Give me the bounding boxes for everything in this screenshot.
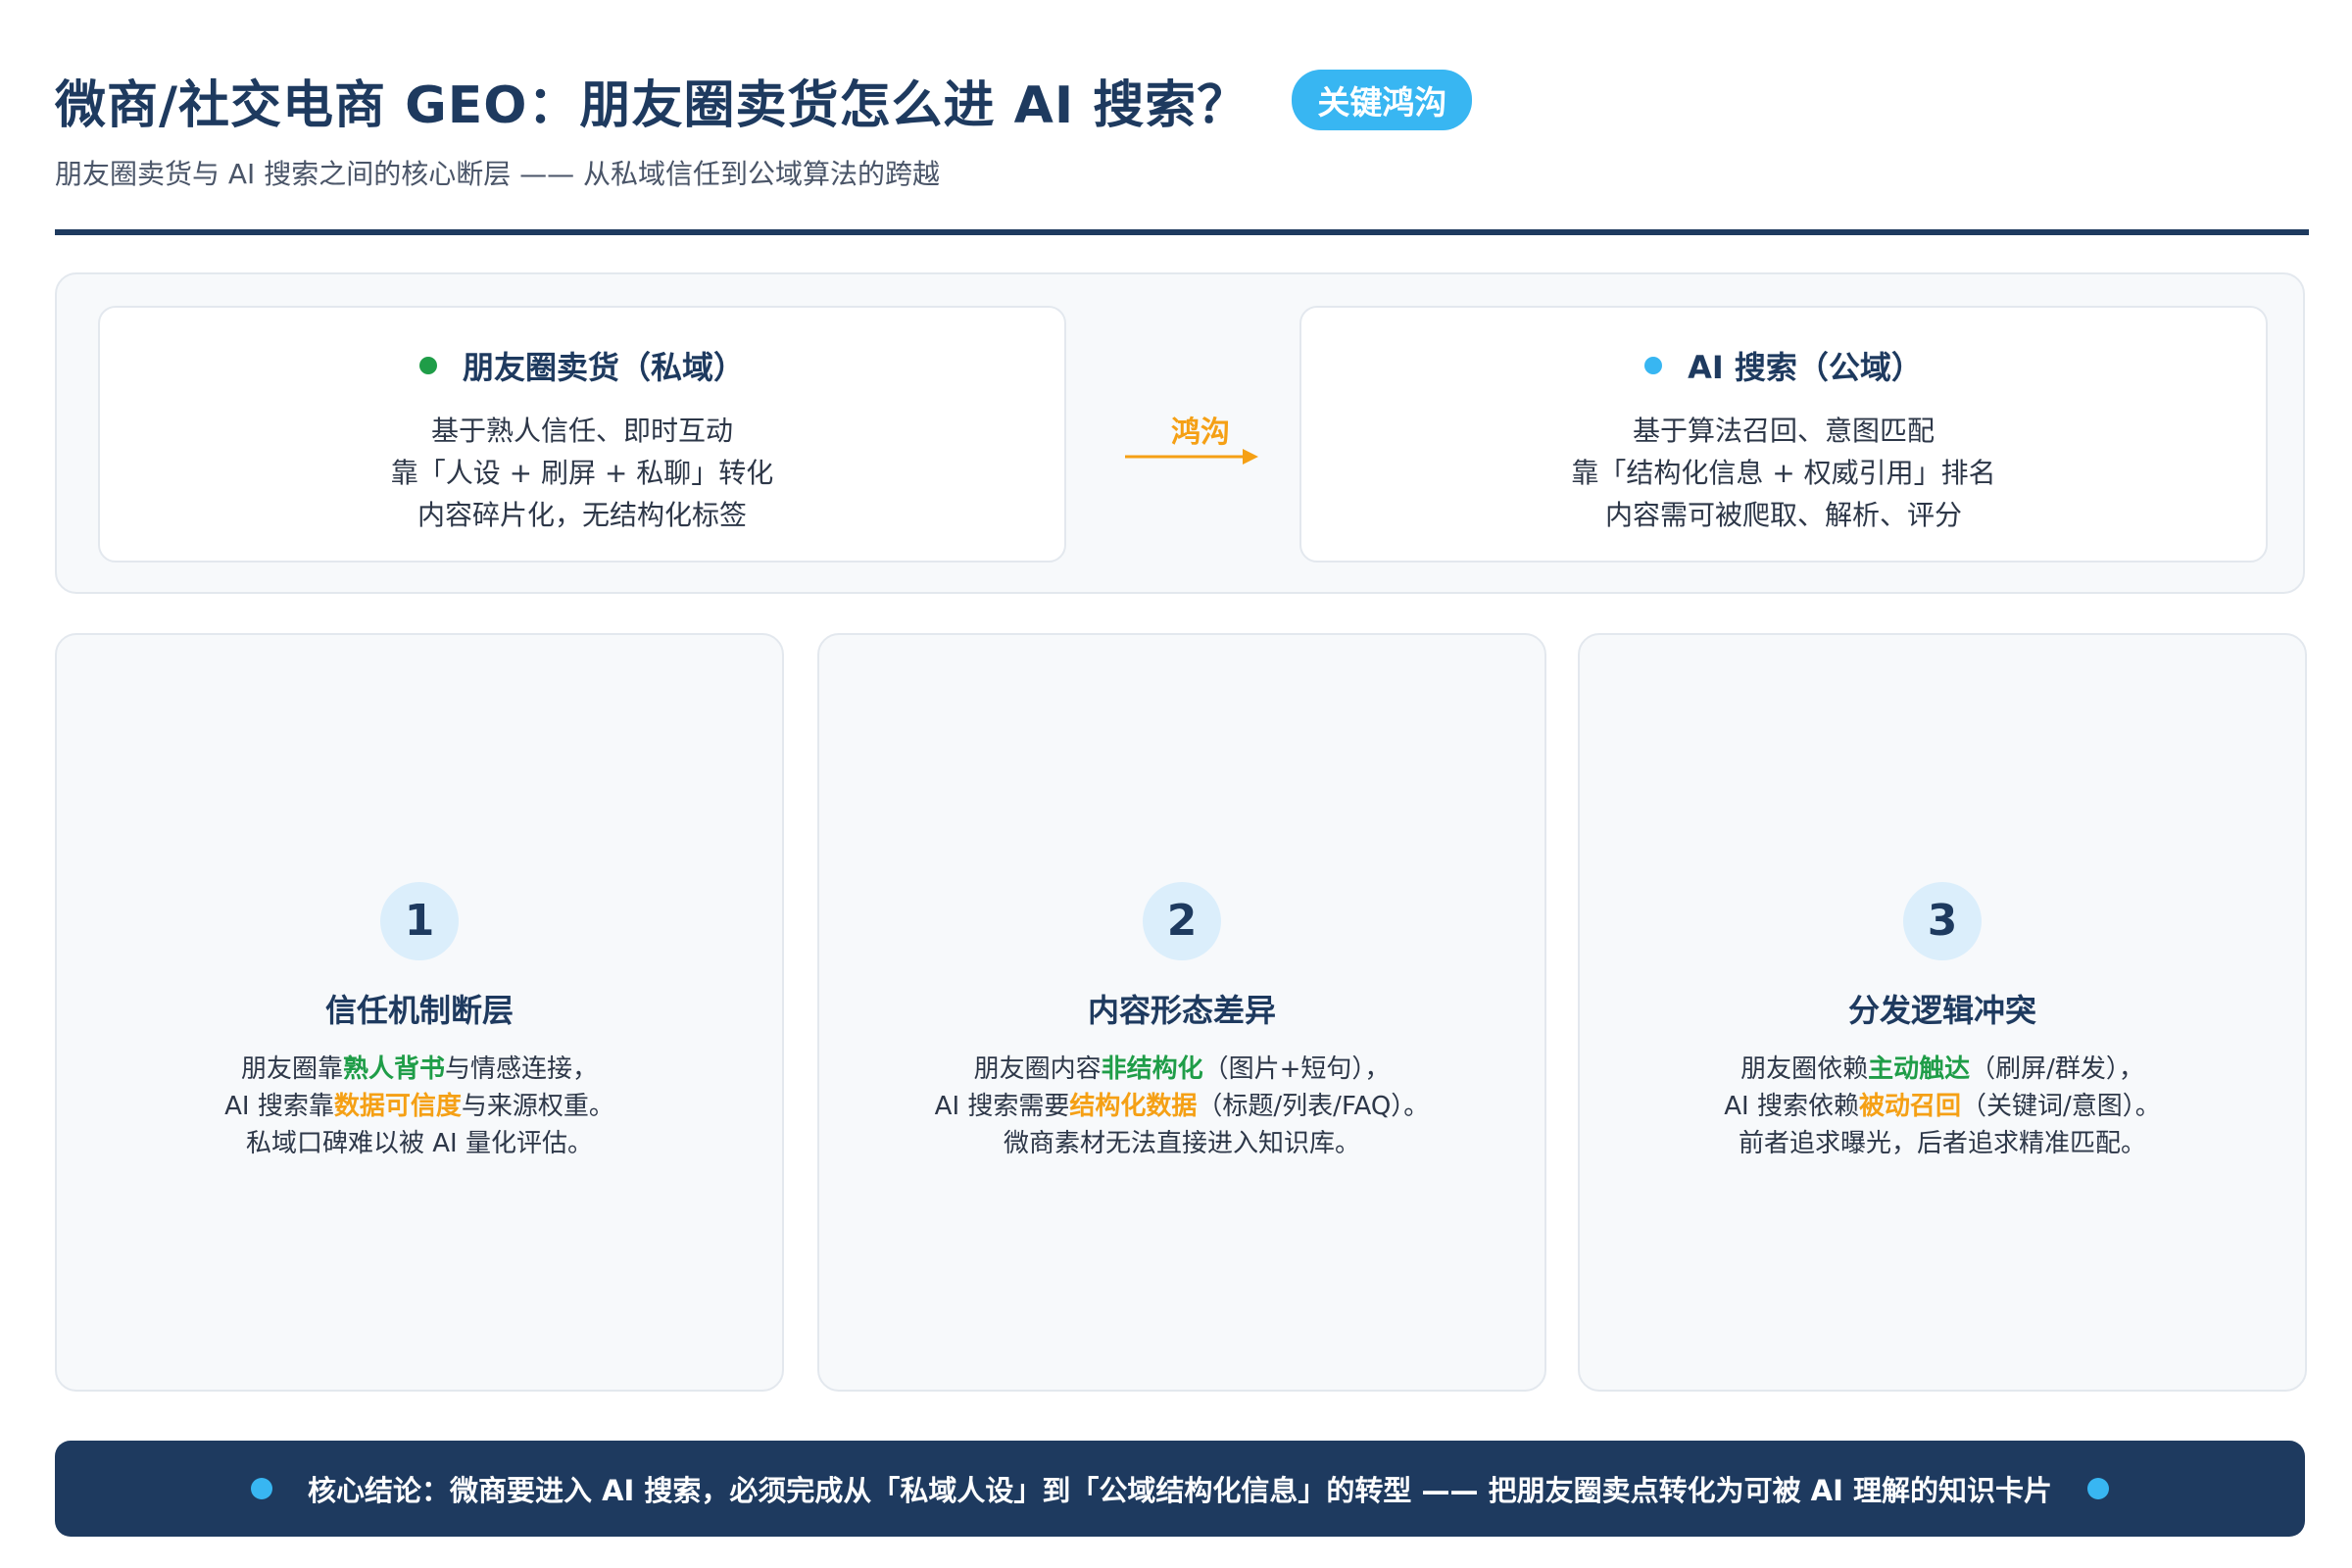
public-domain-card: AI 搜索（公域） 基于算法召回、意图匹配 靠「结构化信息 + 权威引用」排名 … (1299, 306, 2268, 563)
highlight-orange: 结构化数据 (1069, 1092, 1198, 1121)
title-row: 微商/社交电商 GEO：朋友圈卖货怎么进 AI 搜索？ 关键鸿沟 (55, 61, 2299, 139)
factor-line: 朋友圈依赖主动触达（刷屏/群发）， (1580, 1051, 2305, 1088)
key-gap-badge: 关键鸿沟 (1292, 70, 1473, 130)
public-domain-line: 靠「结构化信息 + 权威引用」排名 (1571, 457, 1996, 489)
highlight-orange: 被动召回 (1858, 1092, 1961, 1121)
private-domain-lines: 基于熟人信任、即时互动 靠「人设 + 刷屏 + 私聊」转化 内容碎片化，无结构化… (100, 410, 1064, 536)
factor-line: AI 搜索需要结构化数据（标题/列表/FAQ）。 (819, 1088, 1544, 1125)
highlight-orange: 数据可信度 (333, 1092, 462, 1121)
conclusion-text: 核心结论：微商要进入 AI 搜索，必须完成从「私域人设」到「公域结构化信息」的转… (307, 1474, 2053, 1507)
comparison-panel: 朋友圈卖货（私域） 基于熟人信任、即时互动 靠「人设 + 刷屏 + 私聊」转化 … (55, 272, 2305, 594)
public-domain-line: 内容需可被爬取、解析、评分 (1604, 499, 1962, 531)
private-domain-line: 基于熟人信任、即时互动 (430, 415, 733, 447)
private-domain-header: 朋友圈卖货（私域） (100, 343, 1064, 388)
text-segment: 朋友圈靠 (240, 1054, 343, 1084)
text-segment: AI 搜索靠 (224, 1092, 334, 1121)
public-domain-line: 基于算法召回、意图匹配 (1632, 415, 1935, 447)
public-domain-title: AI 搜索（公域） (1688, 349, 1923, 386)
factor-description: 朋友圈内容非结构化（图片+短句）， AI 搜索需要结构化数据（标题/列表/FAQ… (819, 1051, 1544, 1162)
text-segment: （图片+短句）， (1202, 1054, 1391, 1084)
text-segment: 朋友圈依赖 (1740, 1054, 1869, 1084)
factor-line: 微商素材无法直接进入知识库。 (1003, 1129, 1360, 1158)
conclusion-banner: 核心结论：微商要进入 AI 搜索，必须完成从「私域人设」到「公域结构化信息」的转… (55, 1441, 2305, 1537)
text-segment: AI 搜索需要 (934, 1092, 1070, 1121)
private-domain-card: 朋友圈卖货（私域） 基于熟人信任、即时互动 靠「人设 + 刷屏 + 私聊」转化 … (98, 306, 1066, 563)
text-segment: 朋友圈内容 (973, 1054, 1102, 1084)
bullet-dot-icon (250, 1478, 272, 1499)
text-segment: （刷屏/群发）， (1970, 1054, 2144, 1084)
factor-line: 前者追求曝光，后者追求精准匹配。 (1738, 1129, 2146, 1158)
factor-title: 信任机制断层 (324, 992, 514, 1029)
number-badge: 3 (1903, 882, 1982, 960)
factor-line: AI 搜索依赖被动召回（关键词/意图）。 (1580, 1088, 2305, 1125)
highlight-green: 熟人背书 (342, 1054, 445, 1084)
number-badge: 1 (380, 882, 459, 960)
private-domain-line: 靠「人设 + 刷屏 + 私聊」转化 (390, 457, 774, 489)
factor-line: 朋友圈靠熟人背书与情感连接， (57, 1051, 782, 1088)
text-segment: AI 搜索依赖 (1724, 1092, 1859, 1121)
highlight-green: 非结构化 (1101, 1054, 1203, 1084)
text-segment: （标题/列表/FAQ）。 (1197, 1092, 1430, 1121)
blue-dot-icon (1644, 357, 1663, 374)
header: 微商/社交电商 GEO：朋友圈卖货怎么进 AI 搜索？ 关键鸿沟 朋友圈卖货与 … (55, 61, 2299, 192)
factor-card-trust: 1 信任机制断层 朋友圈靠熟人背书与情感连接， AI 搜索靠数据可信度与来源权重… (55, 633, 784, 1392)
public-domain-lines: 基于算法召回、意图匹配 靠「结构化信息 + 权威引用」排名 内容需可被爬取、解析… (1301, 410, 2266, 536)
factor-line: AI 搜索靠数据可信度与来源权重。 (57, 1088, 782, 1125)
factor-description: 朋友圈依赖主动触达（刷屏/群发）， AI 搜索依赖被动召回（关键词/意图）。 前… (1580, 1051, 2305, 1162)
private-domain-title: 朋友圈卖货（私域） (462, 349, 745, 386)
private-domain-line: 内容碎片化，无结构化标签 (416, 499, 747, 531)
text-segment: 与情感连接， (445, 1054, 599, 1084)
public-domain-header: AI 搜索（公域） (1301, 343, 2266, 388)
factor-line: 朋友圈内容非结构化（图片+短句）， (819, 1051, 1544, 1088)
text-segment: 与来源权重。 (461, 1092, 614, 1121)
factor-card-distribution: 3 分发逻辑冲突 朋友圈依赖主动触达（刷屏/群发）， AI 搜索依赖被动召回（关… (1578, 633, 2307, 1392)
factor-line: 私域口碑难以被 AI 量化评估。 (246, 1129, 593, 1158)
number-badge: 2 (1143, 882, 1221, 960)
factor-title: 分发逻辑冲突 (1847, 992, 2036, 1029)
page-title: 微商/社交电商 GEO：朋友圈卖货怎么进 AI 搜索？ (55, 75, 1250, 135)
text-segment: （关键词/意图）。 (1960, 1092, 2161, 1121)
header-divider (55, 229, 2309, 235)
arrow-right-icon (1125, 449, 1258, 465)
highlight-green: 主动触达 (1868, 1054, 1971, 1084)
factor-title: 内容形态差异 (1087, 992, 1276, 1029)
factor-description: 朋友圈靠熟人背书与情感连接， AI 搜索靠数据可信度与来源权重。 私域口碑难以被… (57, 1051, 782, 1162)
bullet-dot-icon (2087, 1478, 2110, 1499)
green-dot-icon (418, 357, 437, 374)
page-subtitle: 朋友圈卖货与 AI 搜索之间的核心断层 —— 从私域信任到公域算法的跨越 (55, 158, 941, 190)
factor-card-content: 2 内容形态差异 朋友圈内容非结构化（图片+短句）， AI 搜索需要结构化数据（… (817, 633, 1546, 1392)
